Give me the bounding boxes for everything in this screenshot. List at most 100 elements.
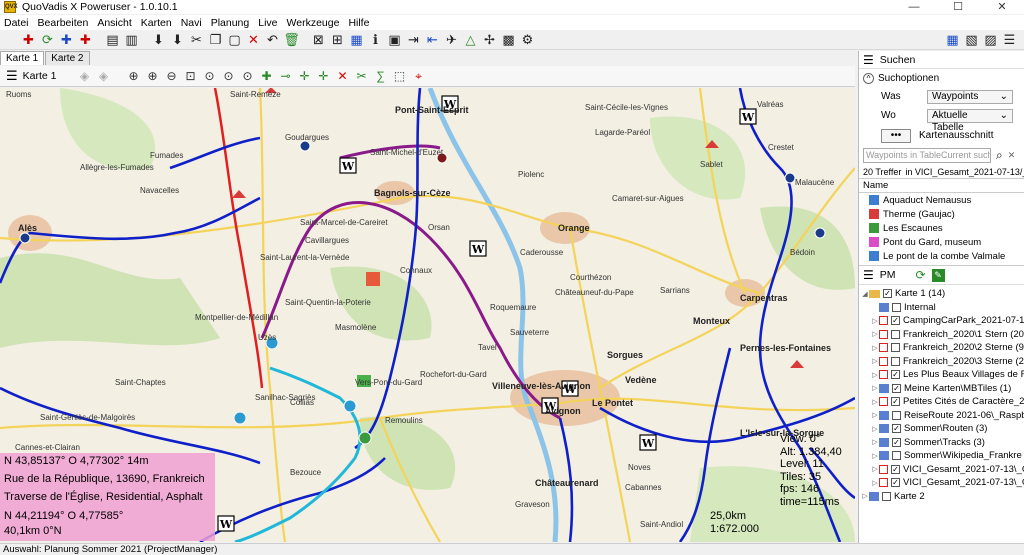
expand-icon[interactable]: ▷	[871, 411, 879, 419]
tree-item[interactable]: ▷ ✓ Meine Karten\MBTiles (1)	[859, 382, 1024, 396]
compass-icon[interactable]: ✢	[481, 31, 498, 48]
tree-checkbox[interactable]: ✓	[891, 316, 900, 326]
gear-icon[interactable]: ⚙	[519, 31, 536, 48]
add-track-icon[interactable]: ✚	[77, 31, 94, 48]
map-section-button[interactable]: •••	[881, 128, 911, 143]
tree-checkbox[interactable]: ✓	[891, 397, 900, 407]
hamburger-menu-icon[interactable]: ☰	[6, 68, 18, 84]
expand-icon[interactable]: ▷	[871, 384, 879, 392]
move-node-icon[interactable]: ✛	[316, 68, 332, 84]
export-icon[interactable]: ⇥	[405, 31, 422, 48]
split-icon[interactable]: ✂	[354, 68, 370, 84]
tree-item[interactable]: ▷ Frankreich_2020\2 Sterne (9	[859, 341, 1024, 355]
tab-karte-1[interactable]: Karte 1	[0, 51, 45, 65]
trash-icon[interactable]: 🗑	[283, 31, 300, 48]
select-rect-icon[interactable]: ⬚	[392, 68, 408, 84]
expand-icon[interactable]: ▷	[871, 438, 879, 446]
layout-list-icon[interactable]: ☰	[1001, 31, 1018, 48]
disk-icon[interactable]: ▣	[386, 31, 403, 48]
zoom-out-icon[interactable]: ⊖	[164, 68, 180, 84]
info-icon[interactable]: ℹ	[367, 31, 384, 48]
menu-ansicht[interactable]: Ansicht	[97, 17, 131, 29]
tree-checkbox[interactable]: ✓	[883, 289, 892, 299]
add-node-icon[interactable]: ⊸	[278, 68, 294, 84]
triangle-icon[interactable]: △	[462, 31, 479, 48]
zoom-in-icon[interactable]: ⊕	[145, 68, 161, 84]
tree-checkbox[interactable]	[892, 451, 901, 461]
layout-map-icon[interactable]: ▧	[963, 31, 980, 48]
collapse-icon[interactable]: ^	[863, 72, 874, 84]
add-route-icon[interactable]: ✚	[58, 31, 75, 48]
tree-item[interactable]: ▷ Frankreich_2020\1 Stern (20	[859, 328, 1024, 342]
map-canvas[interactable]: W W W W W W W W Ruoms Saint-Remèze Pont-Sa…	[0, 88, 855, 542]
expand-icon[interactable]: ▷	[871, 452, 879, 460]
menu-live[interactable]: Live	[258, 17, 277, 29]
tree-checkbox[interactable]: ✓	[892, 437, 901, 447]
layers-icon[interactable]: ◈	[77, 68, 93, 84]
clear-search-icon[interactable]: ✕	[1008, 150, 1016, 161]
search-icon[interactable]: ⌕	[996, 148, 1003, 163]
tree-item[interactable]: Internal	[859, 301, 1024, 315]
zoom-1-icon[interactable]: ⊕	[126, 68, 142, 84]
search-input[interactable]: Waypoints in TableCurrent suchen	[863, 148, 991, 163]
expand-icon[interactable]: ▷	[861, 492, 869, 500]
paste-icon[interactable]: ▢	[226, 31, 243, 48]
expand-icon[interactable]: ▷	[871, 425, 879, 433]
list-item[interactable]: Le pont de la combe Valmale	[859, 249, 1024, 263]
expand-icon[interactable]: ▷	[871, 330, 879, 338]
tree-checkbox[interactable]: ✓	[891, 370, 900, 380]
save-icon[interactable]: ⬇	[169, 31, 186, 48]
copy-icon[interactable]: ❐	[207, 31, 224, 48]
download-icon[interactable]: ⬇	[150, 31, 167, 48]
expand-icon[interactable]: ▷	[871, 357, 879, 365]
tree-checkbox[interactable]	[891, 343, 900, 353]
expand-icon[interactable]: ▷	[871, 344, 879, 352]
import-icon[interactable]: ⇤	[424, 31, 441, 48]
maximize-button[interactable]: ☐	[936, 0, 980, 14]
tree-checkbox[interactable]	[892, 410, 901, 420]
zoom-all-icon[interactable]: ⊙	[221, 68, 237, 84]
edit-icon[interactable]: ✎	[931, 268, 945, 282]
zoom-track-icon[interactable]: ⊙	[240, 68, 256, 84]
hamburger-icon[interactable]: ☰	[863, 53, 874, 67]
delete-node-icon[interactable]: ✕	[335, 68, 351, 84]
tree-item[interactable]: ▷ ✓ CampingCarPark_2021-07-1	[859, 314, 1024, 328]
hamburger-icon[interactable]: ☰	[863, 268, 874, 282]
tree-checkbox[interactable]: ✓	[892, 383, 901, 393]
layout-table-icon[interactable]: ▦	[944, 31, 961, 48]
expand-icon[interactable]: ◢	[861, 290, 869, 298]
expand-icon[interactable]: ▷	[871, 465, 879, 473]
print-icon[interactable]: ▤	[104, 31, 121, 48]
tree-item[interactable]: ▷ ✓ Petites Cités de Caractère_20	[859, 395, 1024, 409]
expand-icon[interactable]: ▷	[871, 371, 879, 379]
tree-checkbox[interactable]	[891, 329, 900, 339]
crosshair-icon[interactable]: ⌖	[411, 68, 427, 84]
tree-item[interactable]: ▷ ✓ Sommer\Routen (3)	[859, 422, 1024, 436]
menu-planung[interactable]: Planung	[211, 17, 250, 29]
tree-checkbox[interactable]	[892, 302, 901, 312]
tree-item[interactable]: ▷ ✓ Sommer\Tracks (3)	[859, 436, 1024, 450]
tree-item[interactable]: ▷ ReiseRoute 2021-06\_Raspb	[859, 409, 1024, 423]
search-header[interactable]: ☰ Suchen	[859, 51, 1024, 69]
tree-item[interactable]: ▷ ✓ VICI_Gesamt_2021-07-13\_G	[859, 476, 1024, 490]
results-column-header[interactable]: Name	[859, 178, 1024, 193]
layout-split-icon[interactable]: ▨	[982, 31, 999, 48]
calendar-icon[interactable]: ▦	[348, 31, 365, 48]
list-item[interactable]: Therme (Gaujac)	[859, 207, 1024, 221]
measure-icon[interactable]: ∑	[373, 68, 389, 84]
tree-root[interactable]: ◢ ✓ Karte 1 (14)	[859, 287, 1024, 301]
tree-checkbox[interactable]: ✓	[891, 464, 900, 474]
refresh-icon[interactable]: ⟳	[39, 31, 56, 48]
select-all-icon[interactable]: ⊞	[329, 31, 346, 48]
menu-bearbeiten[interactable]: Bearbeiten	[38, 17, 89, 29]
tree-checkbox[interactable]	[882, 491, 891, 501]
expand-icon[interactable]: ▷	[871, 398, 879, 406]
cut-icon[interactable]: ✂	[188, 31, 205, 48]
tree-checkbox[interactable]: ✓	[891, 478, 900, 488]
list-item[interactable]: Aquaduct Nemausus	[859, 193, 1024, 207]
add-point-icon[interactable]: ✚	[259, 68, 275, 84]
printer-icon[interactable]: ▥	[123, 31, 140, 48]
delete-icon[interactable]: ✕	[245, 31, 262, 48]
select-box-icon[interactable]: ⊠	[310, 31, 327, 48]
zoom-fit-icon[interactable]: ⊙	[202, 68, 218, 84]
